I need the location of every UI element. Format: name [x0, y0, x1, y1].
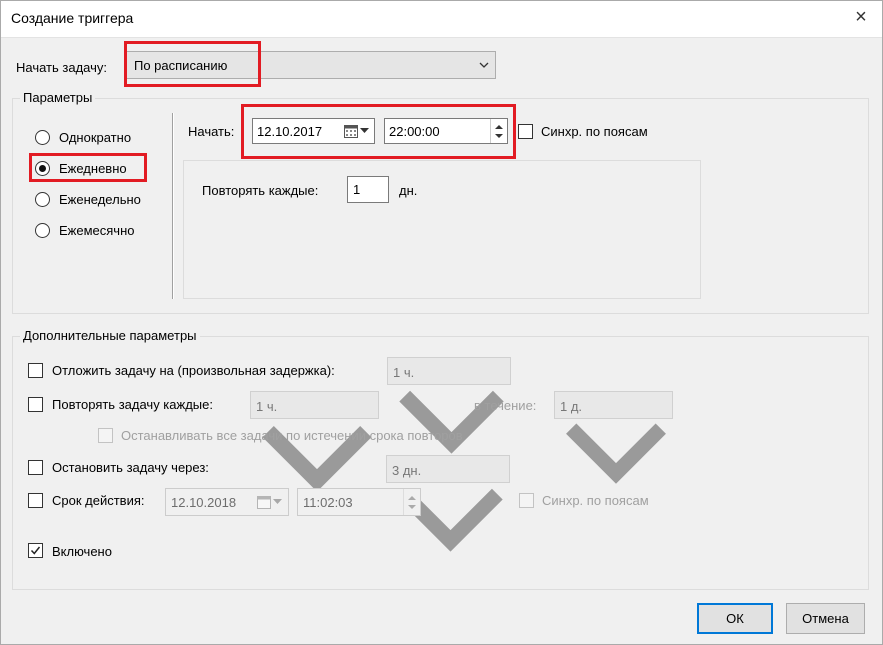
repeat-panel — [183, 160, 701, 299]
chevron-down-icon[interactable] — [360, 128, 369, 134]
repeat-every-input[interactable]: 1 — [347, 176, 389, 203]
start-label: Начать: — [188, 124, 235, 139]
radio-once[interactable] — [35, 130, 50, 145]
repeat-every-label: Повторять каждые: — [202, 183, 319, 198]
expire-time-spinner[interactable] — [403, 489, 420, 515]
repeat-every-unit: дн. — [399, 183, 418, 198]
sync-timezones-checkbox[interactable] — [518, 124, 533, 139]
advanced-group-title: Дополнительные параметры — [20, 328, 200, 343]
expire-time-value: 11:02:03 — [303, 495, 353, 510]
divider — [172, 113, 174, 299]
expire-date-value: 12.10.2018 — [171, 495, 237, 510]
chevron-down-icon[interactable] — [273, 499, 282, 505]
parameters-group-title: Параметры — [20, 90, 96, 105]
stop-after-label: Остановить задачу через: — [52, 460, 209, 475]
spin-up-icon[interactable] — [408, 496, 416, 500]
radio-weekly-label: Еженедельно — [59, 192, 141, 207]
start-time-value: 22:00:00 — [389, 124, 440, 139]
start-task-label: Начать задачу: — [16, 60, 107, 75]
enabled-checkbox[interactable] — [28, 543, 43, 558]
enabled-label: Включено — [52, 544, 112, 559]
spin-down-icon[interactable] — [495, 134, 503, 138]
delay-checkbox[interactable] — [28, 363, 43, 378]
stop-all-checkbox[interactable] — [98, 428, 113, 443]
repeat-task-label: Повторять задачу каждые: — [52, 397, 213, 412]
expire-sync-label: Синхр. по поясам — [542, 493, 649, 508]
start-task-value: По расписанию — [134, 58, 228, 73]
during-select[interactable]: 1 д. — [554, 391, 673, 484]
sync-timezones-label: Синхр. по поясам — [541, 124, 648, 139]
calendar-icon[interactable] — [257, 496, 271, 509]
delay-value: 1 ч. — [393, 365, 415, 380]
stop-after-select[interactable]: 3 дн. — [386, 455, 510, 552]
stop-after-value: 3 дн. — [392, 463, 422, 478]
expire-time-field[interactable]: 11:02:03 — [297, 488, 421, 516]
cancel-button[interactable]: Отмена — [786, 603, 865, 634]
delay-label: Отложить задачу на (произвольная задержк… — [52, 363, 335, 378]
start-time-field[interactable]: 22:00:00 — [384, 118, 508, 144]
spin-up-icon[interactable] — [495, 125, 503, 129]
close-icon[interactable]: × — [850, 6, 872, 28]
calendar-icon[interactable] — [344, 125, 358, 138]
repeat-task-checkbox[interactable] — [28, 397, 43, 412]
expire-label: Срок действия: — [52, 493, 145, 508]
expire-date-picker[interactable]: 12.10.2018 — [165, 488, 289, 516]
during-label: в течение: — [474, 398, 537, 413]
radio-daily-label: Ежедневно — [59, 161, 127, 176]
radio-weekly[interactable] — [35, 192, 50, 207]
repeat-task-value: 1 ч. — [256, 399, 278, 414]
radio-daily[interactable] — [35, 161, 50, 176]
dialog-title: Создание триггера — [11, 10, 134, 26]
radio-monthly-label: Ежемесячно — [59, 223, 135, 238]
time-spinner[interactable] — [490, 119, 507, 143]
start-date-value: 12.10.2017 — [257, 124, 323, 139]
delay-select[interactable]: 1 ч. — [387, 357, 511, 454]
expire-sync-checkbox[interactable] — [519, 493, 534, 508]
stop-after-checkbox[interactable] — [28, 460, 43, 475]
radio-monthly[interactable] — [35, 223, 50, 238]
ok-button[interactable]: ОК — [697, 603, 773, 634]
start-task-select[interactable]: По расписанию — [124, 51, 496, 79]
start-date-picker[interactable]: 12.10.2017 — [252, 118, 375, 144]
chevron-down-icon — [479, 62, 489, 68]
checkmark-icon — [30, 546, 41, 555]
expire-checkbox[interactable] — [28, 493, 43, 508]
repeat-every-value: 1 — [353, 182, 361, 197]
spin-down-icon[interactable] — [408, 505, 416, 509]
radio-once-label: Однократно — [59, 130, 132, 145]
repeat-task-select[interactable]: 1 ч. — [250, 391, 379, 492]
during-value: 1 д. — [560, 399, 583, 414]
stop-all-label: Останавливать все задачи по истечении ср… — [121, 428, 463, 443]
